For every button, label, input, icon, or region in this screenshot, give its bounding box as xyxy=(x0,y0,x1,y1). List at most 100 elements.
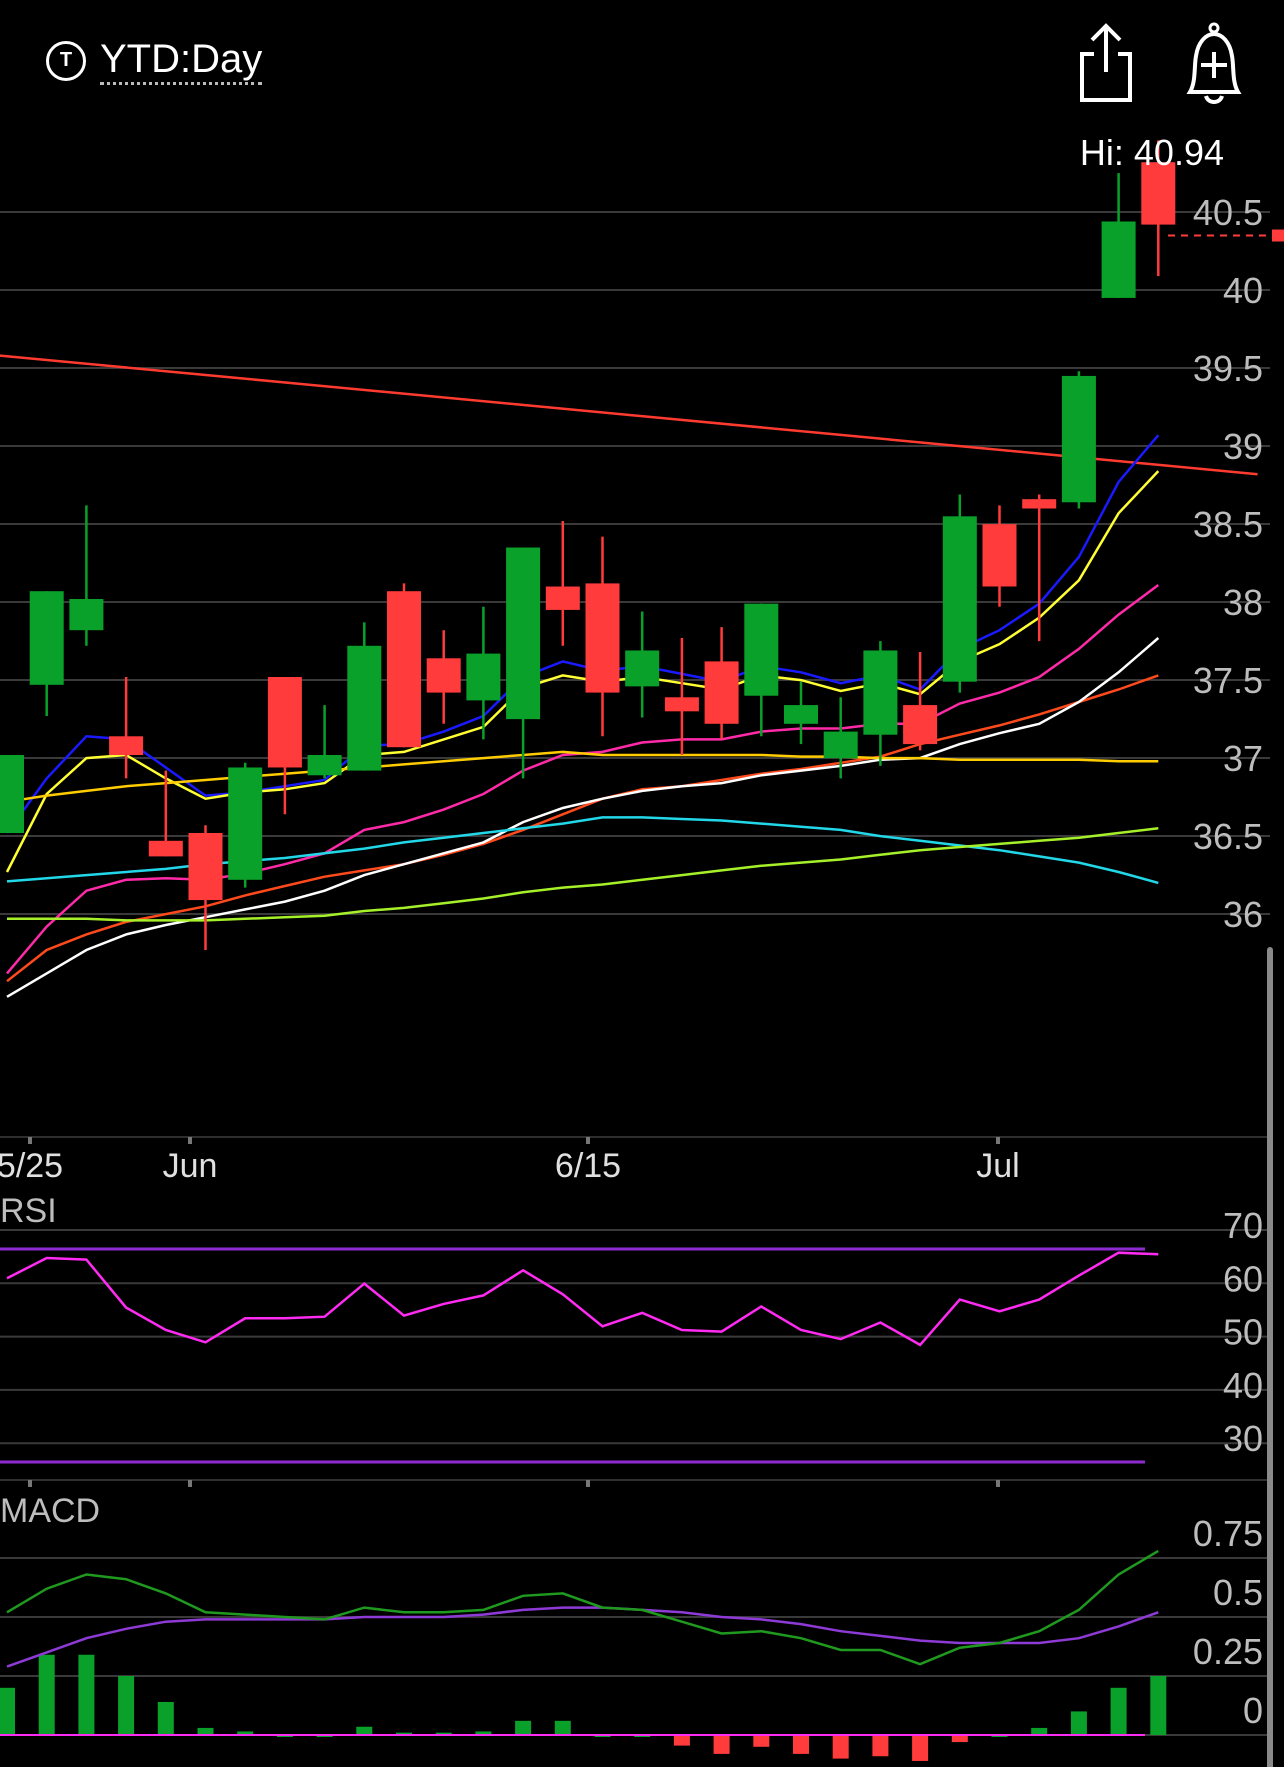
macd-histogram-bar xyxy=(356,1726,373,1735)
candle-body xyxy=(188,833,223,901)
last-price-marker xyxy=(1272,229,1284,242)
candle-body xyxy=(69,599,104,631)
macd-histogram-bar xyxy=(951,1735,968,1743)
candle-body xyxy=(506,547,541,720)
macd-axis-label: 0.25 xyxy=(1193,1631,1263,1672)
candle-down xyxy=(387,583,421,748)
candle-body xyxy=(823,731,858,759)
high-price-label: Hi: 40.94 xyxy=(1079,132,1224,173)
candle-up xyxy=(0,755,24,833)
candle-body xyxy=(664,697,699,712)
rsi-axis-label: 40 xyxy=(1223,1365,1263,1406)
candle-body xyxy=(267,677,302,768)
candle-up xyxy=(625,611,660,718)
macd-histogram-bar xyxy=(1110,1687,1127,1735)
candle-up xyxy=(506,547,541,779)
candle-up xyxy=(307,705,342,779)
candle-down xyxy=(982,505,1017,607)
macd-histogram-bar xyxy=(872,1735,889,1757)
price-axis-label: 37.5 xyxy=(1193,660,1263,701)
candle-body xyxy=(228,767,263,880)
candle-body xyxy=(704,661,739,724)
rsi-panel-title: RSI xyxy=(0,1192,57,1230)
candle-down xyxy=(704,627,739,740)
candle-body xyxy=(545,586,580,610)
moving-average-line xyxy=(6,583,1160,975)
macd-panel-title: MACD xyxy=(0,1492,100,1530)
candle-body xyxy=(1061,375,1096,503)
price-axis-label: 37 xyxy=(1223,738,1263,779)
candle-body xyxy=(1022,499,1057,509)
macd-histogram-bar xyxy=(515,1720,532,1735)
stock-chart[interactable]: 40.5 40 39.5 39 38.5 38 37.5 37 36.5 36 5/25 Jun 6/1… xyxy=(0,0,1284,1767)
candle-up xyxy=(347,622,382,771)
period-label[interactable]: YTD:Day xyxy=(100,36,263,85)
candle-up xyxy=(1101,173,1136,298)
date-axis-label: Jun xyxy=(163,1147,218,1185)
price-axis-label: 36.5 xyxy=(1193,816,1263,857)
rsi-axis-label: 60 xyxy=(1223,1258,1263,1299)
price-axis-label: 39 xyxy=(1223,426,1263,467)
candle-body xyxy=(466,653,501,701)
candle-up xyxy=(69,505,104,646)
macd-histogram-bar xyxy=(157,1701,174,1735)
macd-histogram-bar xyxy=(713,1735,730,1754)
moving-average-line xyxy=(6,637,1160,998)
date-axis-label: 6/15 xyxy=(555,1147,621,1185)
period-selector[interactable]: T YTD:Day xyxy=(46,36,263,85)
candle-down xyxy=(1022,494,1057,642)
moving-average-line xyxy=(6,674,1159,983)
candle-body xyxy=(982,524,1017,587)
candle-body xyxy=(744,603,779,696)
price-axis-label: 40 xyxy=(1223,270,1263,311)
candle-up xyxy=(744,603,779,737)
candle-body xyxy=(585,583,620,693)
candle-body xyxy=(784,705,818,724)
date-axis-label: 5/25 xyxy=(0,1147,63,1185)
candle-down xyxy=(188,825,223,950)
price-axis-label: 38.5 xyxy=(1193,504,1263,545)
macd-histogram-bar xyxy=(118,1676,135,1735)
candle-body xyxy=(387,591,421,748)
rsi-axis-label: 70 xyxy=(1223,1205,1263,1246)
price-axis-label: 38 xyxy=(1223,582,1263,623)
moving-average-line xyxy=(5,434,1160,834)
candle-body xyxy=(109,736,144,755)
candle-body xyxy=(625,650,660,687)
candle-up xyxy=(29,591,64,716)
candle-body xyxy=(0,755,24,833)
price-axis-label: 40.5 xyxy=(1193,192,1263,233)
candle-up xyxy=(784,681,818,745)
candle-body xyxy=(347,645,382,771)
rsi-line xyxy=(6,1251,1159,1347)
candle-body xyxy=(942,516,977,682)
rsi-axis-label: 30 xyxy=(1223,1418,1263,1459)
macd-histogram-bar xyxy=(197,1727,214,1735)
macd-histogram-bar xyxy=(1070,1711,1087,1735)
macd-histogram-bar xyxy=(832,1735,849,1759)
macd-histogram-bar xyxy=(1150,1676,1167,1735)
candle-body xyxy=(903,705,938,745)
candle-up xyxy=(863,641,898,766)
candle-down xyxy=(267,677,302,815)
macd-histogram-bar xyxy=(673,1735,690,1746)
ticker-badge-icon: T xyxy=(46,40,86,81)
candle-down xyxy=(426,630,461,724)
share-icon[interactable] xyxy=(1076,22,1136,109)
macd-histogram-bar xyxy=(0,1687,15,1735)
macd-histogram-bar xyxy=(753,1735,770,1747)
candle-body xyxy=(29,591,64,685)
macd-histogram-bar xyxy=(912,1735,929,1761)
candle-down xyxy=(664,638,699,755)
macd-histogram-bar xyxy=(793,1735,809,1754)
macd-histogram-bar xyxy=(38,1654,55,1735)
candle-down xyxy=(903,652,938,751)
candle-down xyxy=(545,521,580,646)
candle-body xyxy=(307,755,342,776)
add-alert-bell-icon[interactable] xyxy=(1182,22,1246,111)
candle-up xyxy=(228,762,263,888)
macd-axis-label: 0.5 xyxy=(1213,1572,1263,1613)
price-axis-label: 39.5 xyxy=(1193,348,1263,389)
candle-up xyxy=(942,494,977,693)
candle-body xyxy=(148,840,183,857)
